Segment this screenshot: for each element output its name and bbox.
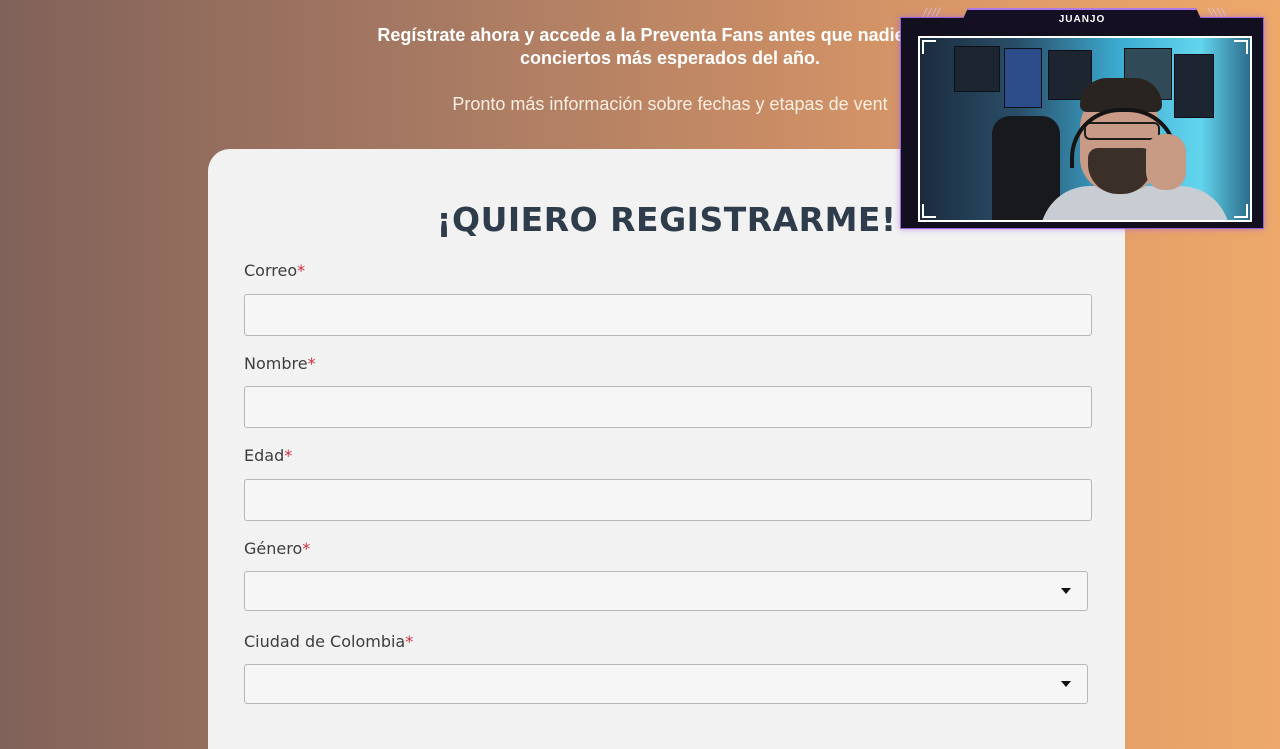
person-shirt [1040,186,1230,220]
person-hand [1146,134,1186,190]
poster [954,46,1000,92]
chevron-down-icon [1061,681,1071,687]
frame-corner [1234,40,1248,54]
poster [1004,48,1042,108]
label-correo: Correo* [244,261,305,280]
label-genero-text: Género [244,539,303,558]
required-mark: * [284,446,293,465]
required-mark: * [302,539,311,558]
label-edad-text: Edad [244,446,285,465]
streamer-name: JUANJO [1058,14,1106,25]
label-ciudad-text: Ciudad de Colombia [244,632,406,651]
required-mark: * [297,261,306,280]
label-ciudad: Ciudad de Colombia* [244,632,413,651]
label-edad: Edad* [244,446,292,465]
label-correo-text: Correo [244,261,298,280]
poster [1174,54,1214,118]
webcam-overlay: ╱╱╱╱ ╲╲╲╲ JUANJO [898,8,1264,229]
required-mark: * [405,632,414,651]
nombre-input[interactable] [244,386,1092,428]
edad-input[interactable] [244,479,1092,521]
genero-select[interactable] [244,571,1088,611]
label-nombre-text: Nombre [244,354,308,373]
frame-corner [922,204,936,218]
frame-corner [1234,204,1248,218]
frame-corner [922,40,936,54]
chevron-down-icon [1061,588,1071,594]
webcam-video [918,36,1252,222]
label-genero: Género* [244,539,310,558]
ciudad-select[interactable] [244,664,1088,704]
registration-form: ¡QUIERO REGISTRARME! Correo* Nombre* Eda… [208,149,1125,749]
person-hair [1080,78,1162,112]
required-mark: * [307,354,316,373]
label-nombre: Nombre* [244,354,316,373]
correo-input[interactable] [244,294,1092,336]
